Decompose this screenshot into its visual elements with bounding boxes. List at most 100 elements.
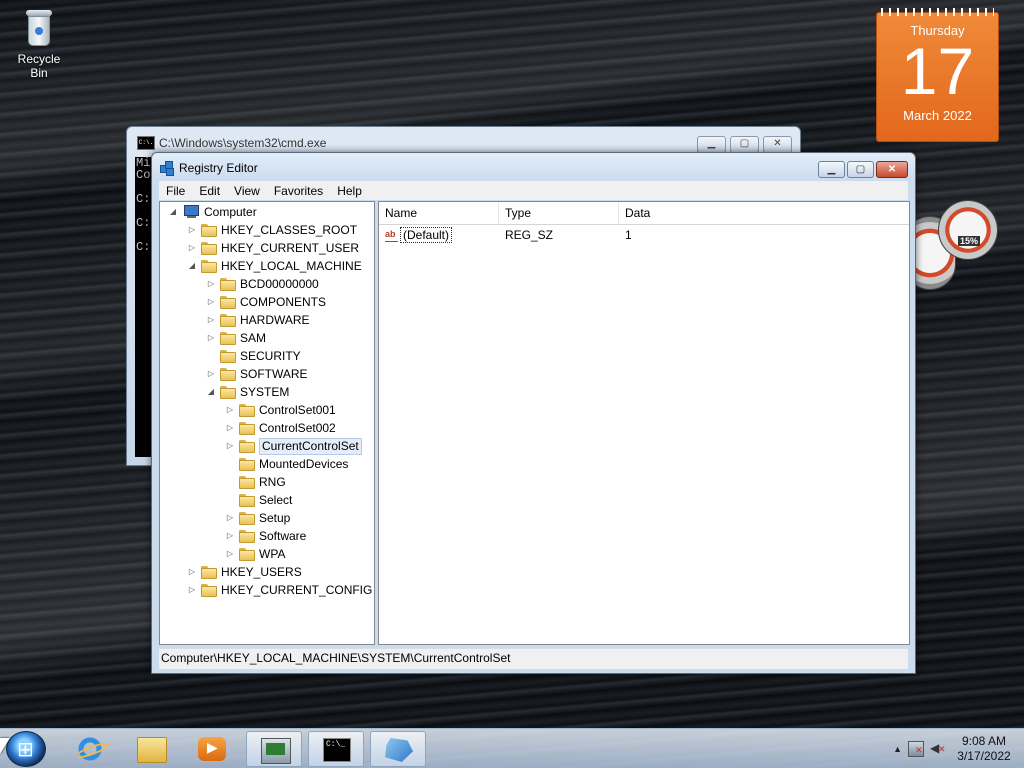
folder-icon [201, 583, 217, 597]
tree-node[interactable]: Select [225, 491, 292, 509]
folder-icon [220, 349, 236, 363]
clock[interactable]: 9:08 AM 3/17/2022 [952, 734, 1016, 764]
value-name: (Default) [400, 227, 453, 243]
tree-node-label: Setup [259, 511, 291, 525]
expand-arrow-icon[interactable]: ▷ [206, 311, 216, 329]
expand-arrow-icon[interactable]: ▷ [187, 581, 197, 599]
menu-favorites[interactable]: Favorites [267, 181, 330, 200]
taskbar-windows-explorer[interactable] [123, 731, 179, 767]
tree-node[interactable]: ▷ BCD00000000 [206, 275, 319, 293]
start-button[interactable] [6, 731, 46, 767]
tree-node[interactable]: ▷ SOFTWARE [206, 365, 308, 383]
mouse-cursor [0, 738, 10, 754]
folder-icon [201, 241, 217, 255]
tree-node-label: SECURITY [240, 349, 301, 363]
key-tree-pane[interactable]: ◢ Computer ▷ HKEY_CLASSES_ROOT ▷ HKEY_CURRENT… [159, 201, 375, 645]
taskbar-media-player[interactable] [184, 731, 240, 767]
close-button[interactable]: ✕ [876, 161, 908, 178]
expand-arrow-icon[interactable]: ▷ [225, 437, 235, 455]
tree-node[interactable]: ▷ SAM [206, 329, 266, 347]
cmd-minimize-button[interactable]: ▁ [697, 136, 726, 153]
expand-arrow-icon[interactable]: ▷ [187, 563, 197, 581]
tree-node-label: Software [259, 529, 307, 543]
tree-node-label: HKEY_LOCAL_MACHINE [221, 259, 362, 273]
tree-node[interactable]: RNG [225, 473, 286, 491]
expand-arrow-icon[interactable]: ▷ [206, 329, 216, 347]
folder-icon [239, 439, 255, 453]
column-name[interactable]: Name [379, 202, 499, 224]
tree-node-label: ControlSet001 [259, 403, 336, 417]
tree-node[interactable]: ▷ HKEY_USERS [187, 563, 302, 581]
folder-icon [239, 457, 255, 471]
tree-node[interactable]: ▷ ControlSet002 [225, 419, 336, 437]
expand-arrow-icon[interactable]: ▷ [187, 221, 197, 239]
recycle-bin-icon [24, 8, 54, 48]
tree-node[interactable]: ▷ Setup [225, 509, 290, 527]
tree-node[interactable]: SECURITY [206, 347, 301, 365]
column-type[interactable]: Type [499, 202, 619, 224]
clock-time: 9:08 AM [961, 734, 1007, 748]
taskbar: C:\_ ▲ 9:08 AM 3/17/2022 [0, 728, 1024, 768]
clock-date: 3/17/2022 [957, 749, 1011, 763]
taskbar-system-monitor[interactable] [246, 731, 302, 767]
tree-node[interactable]: ◢ HKEY_LOCAL_MACHINE [187, 257, 362, 275]
column-data[interactable]: Data [619, 202, 909, 224]
tree-node[interactable]: ▷ WPA [225, 545, 286, 563]
menu-file[interactable]: File [159, 181, 192, 200]
collapse-arrow-icon[interactable]: ◢ [206, 383, 216, 401]
values-list-pane[interactable]: Name Type Data ab (Default) REG_SZ 1 [378, 201, 910, 645]
folder-icon [239, 421, 255, 435]
regedit-titlebar[interactable]: Registry Editor [160, 161, 258, 176]
taskbar-internet-explorer[interactable] [62, 731, 118, 767]
volume-muted-icon[interactable] [930, 741, 946, 757]
folder-icon [220, 331, 236, 345]
tree-node[interactable]: ▷ HARDWARE [206, 311, 310, 329]
regedit-cubes-icon [160, 161, 174, 176]
monitor-icon [261, 738, 291, 764]
tree-node[interactable]: ▷ COMPONENTS [206, 293, 326, 311]
folder-icon [220, 295, 236, 309]
menu-help[interactable]: Help [330, 181, 369, 200]
expand-arrow-icon[interactable]: ▷ [225, 545, 235, 563]
cmd-title: C:\Windows\system32\cmd.exe [159, 136, 327, 150]
folder-icon [220, 313, 236, 327]
taskbar-cmd[interactable]: C:\_ [308, 731, 364, 767]
expand-arrow-icon[interactable]: ▷ [206, 275, 216, 293]
tree-node[interactable]: ▷ HKEY_CURRENT_USER [187, 239, 359, 257]
taskbar-regedit[interactable] [370, 731, 426, 767]
show-hidden-icons-arrow[interactable]: ▲ [893, 744, 902, 754]
tree-node[interactable]: ▷ Software [225, 527, 306, 545]
tree-node[interactable]: ◢ SYSTEM [206, 383, 289, 401]
tree-node[interactable]: ◢ Computer [168, 203, 257, 221]
meter-gadget-dial-right[interactable] [938, 200, 998, 260]
tree-node[interactable]: ▷ CurrentControlSet [225, 437, 362, 455]
expand-arrow-icon[interactable]: ▷ [206, 293, 216, 311]
tree-node[interactable]: MountedDevices [225, 455, 348, 473]
cmd-close-button[interactable]: ✕ [763, 136, 792, 153]
status-path: Computer\HKEY_LOCAL_MACHINE\SYSTEM\Curre… [161, 651, 511, 665]
collapse-arrow-icon[interactable]: ◢ [168, 203, 178, 221]
folder-icon [239, 547, 255, 561]
minimize-button[interactable]: ▁ [818, 161, 845, 178]
tree-node[interactable]: ▷ ControlSet001 [225, 401, 336, 419]
menu-edit[interactable]: Edit [192, 181, 227, 200]
recycle-bin-shortcut[interactable]: Recycle Bin [8, 8, 70, 80]
calendar-gadget[interactable]: Thursday 17 March 2022 [876, 8, 999, 142]
expand-arrow-icon[interactable]: ▷ [206, 365, 216, 383]
tree-node[interactable]: ▷ HKEY_CURRENT_CONFIG [187, 581, 372, 599]
expand-arrow-icon[interactable]: ▷ [225, 527, 235, 545]
tree-node[interactable]: ▷ HKEY_CLASSES_ROOT [187, 221, 357, 239]
expand-arrow-icon[interactable]: ▷ [225, 401, 235, 419]
expand-arrow-icon[interactable]: ▷ [187, 239, 197, 257]
expand-arrow-icon[interactable]: ▷ [225, 509, 235, 527]
cmd-titlebar[interactable]: C:\. C:\Windows\system32\cmd.exe [137, 136, 326, 150]
regedit-window[interactable]: Registry Editor ▁ ▢ ✕ File Edit View Fav… [151, 152, 916, 674]
values-column-header: Name Type Data [379, 202, 909, 225]
menu-view[interactable]: View [227, 181, 267, 200]
cmd-maximize-button[interactable]: ▢ [730, 136, 759, 153]
value-row[interactable]: ab (Default) REG_SZ 1 [379, 226, 739, 244]
expand-arrow-icon[interactable]: ▷ [225, 419, 235, 437]
network-disconnected-icon[interactable] [908, 741, 924, 757]
collapse-arrow-icon[interactable]: ◢ [187, 257, 197, 275]
maximize-button[interactable]: ▢ [847, 161, 874, 178]
